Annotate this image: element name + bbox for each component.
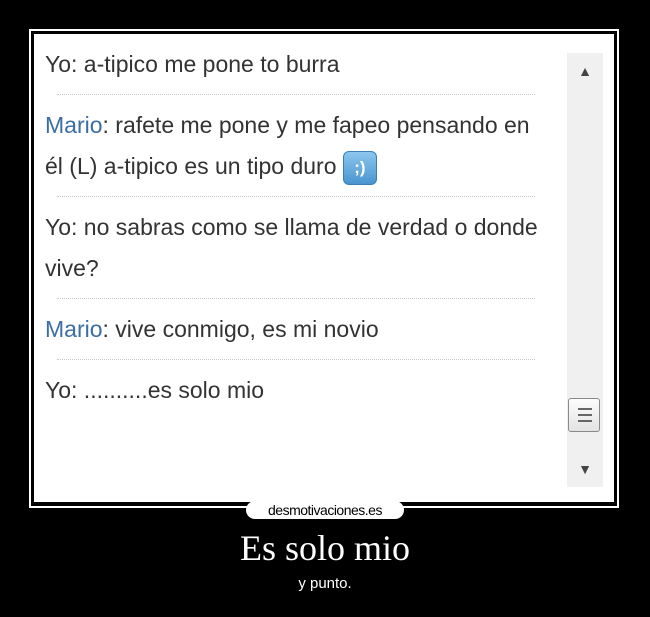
scroll-thumb[interactable]: [568, 398, 600, 432]
speaker-name: Yo: [45, 51, 72, 77]
site-watermark: desmotivaciones.es: [246, 501, 404, 519]
grip-line: [578, 414, 592, 416]
message-text: : ..........es solo mio: [71, 377, 265, 403]
poster-subtitle: y punto.: [298, 575, 352, 592]
speaker-name: Yo: [45, 377, 72, 403]
grip-line: [578, 408, 592, 410]
chat-message: Yo: ..........es solo mio: [45, 370, 545, 411]
message-divider: [57, 298, 535, 299]
message-text: : a-tipico me pone to burra: [71, 51, 340, 77]
chat-screenshot: Yo: a-tipico me pone to burra Mario: raf…: [34, 34, 614, 502]
chat-message: Mario: vive conmigo, es mi novio: [45, 309, 545, 350]
scroll-up-icon[interactable]: ▲: [567, 53, 603, 89]
scroll-down-icon[interactable]: ▼: [567, 451, 603, 487]
message-text: : no sabras como se llama de verdad o do…: [45, 214, 538, 281]
speaker-name: Mario: [45, 112, 103, 138]
message-divider: [57, 196, 535, 197]
message-divider: [57, 94, 535, 95]
grip-line: [578, 420, 592, 422]
chat-log: Yo: a-tipico me pone to burra Mario: raf…: [45, 44, 545, 411]
speaker-name: Yo: [45, 214, 72, 240]
chat-scrollbar[interactable]: ▲ ▼: [567, 53, 603, 487]
message-divider: [57, 359, 535, 360]
wink-emoticon-icon: ;): [342, 150, 377, 185]
chat-message: Yo: a-tipico me pone to burra: [45, 44, 545, 85]
message-text: : vive conmigo, es mi novio: [102, 316, 379, 342]
poster-title: Es solo mio: [239, 528, 410, 568]
message-text: : rafete me pone y me fapeo pensando en …: [45, 112, 530, 179]
speaker-name: Mario: [45, 316, 103, 342]
chat-message: Yo: no sabras como se llama de verdad o …: [45, 207, 545, 289]
chat-message: Mario: rafete me pone y me fapeo pensand…: [45, 105, 545, 187]
